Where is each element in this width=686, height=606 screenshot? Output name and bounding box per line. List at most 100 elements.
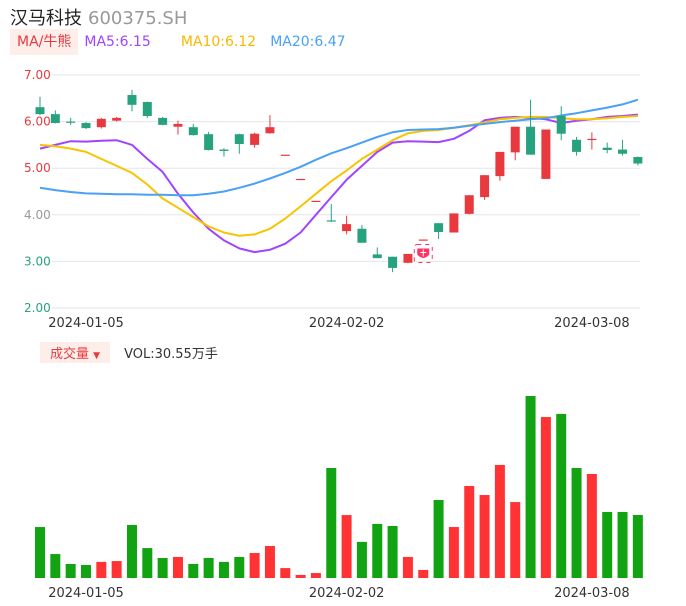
candle-body [81, 122, 91, 129]
candle-body [280, 154, 290, 156]
volume-bar [556, 413, 567, 578]
y-tick-label: 3.00 [24, 254, 51, 268]
candle-body [495, 151, 505, 177]
candle-body [388, 256, 398, 268]
y-tick-label: 5.00 [24, 161, 51, 175]
volume-bar [510, 502, 521, 578]
candle [372, 247, 382, 259]
candle-body [510, 126, 520, 153]
candle [35, 96, 45, 116]
volume-bar [418, 569, 429, 578]
candle [50, 110, 60, 124]
candle-body [250, 133, 260, 145]
candle-body [633, 157, 643, 164]
stock-chart[interactable]: 7.006.005.004.003.002.002024-01-05 2024-0… [0, 0, 686, 606]
candle [296, 178, 306, 181]
volume-bar [50, 554, 61, 578]
volume-bar [372, 523, 383, 578]
volume-bar [111, 561, 122, 578]
volume-bar [218, 561, 229, 578]
volume-bar [402, 556, 413, 578]
candle-body [556, 116, 566, 134]
candle [250, 132, 260, 148]
candle-body [265, 127, 275, 134]
candle [280, 154, 290, 156]
volume-bar [126, 524, 137, 578]
candle-body [342, 224, 352, 232]
candle [633, 156, 643, 166]
candle-body [418, 239, 428, 241]
volume-bar [249, 553, 260, 578]
volume-bar [479, 495, 490, 578]
candle-body [464, 195, 474, 214]
candle [357, 225, 367, 243]
volume-bar [448, 527, 459, 578]
candle [510, 126, 520, 161]
volume-bar [341, 515, 352, 578]
candle [449, 213, 459, 233]
candle [158, 116, 168, 126]
candle [142, 101, 152, 118]
candle-body [311, 200, 321, 203]
candle [526, 99, 536, 155]
candle-body [112, 117, 122, 121]
volume-bar [188, 563, 199, 578]
volume-bar [540, 417, 551, 578]
volume-bar [632, 514, 643, 578]
candle [234, 133, 244, 154]
candle [541, 129, 551, 179]
y-tick-label: 4.00 [24, 208, 51, 222]
x-tick-label: 2024-02-02 [309, 316, 385, 331]
candle-body [234, 134, 244, 144]
candle-body [66, 121, 76, 123]
candle-body [50, 114, 60, 123]
candle-body [526, 126, 536, 155]
volume-bar [203, 557, 214, 578]
candle [556, 106, 566, 141]
candle-body [572, 139, 582, 152]
candle-body [296, 178, 306, 181]
candle-body [602, 147, 612, 151]
candle-body [173, 123, 183, 127]
x-tick-label: 2024-03-08 [554, 316, 630, 331]
volume-bar [234, 556, 245, 578]
candle [495, 151, 505, 181]
candle-body [541, 129, 551, 179]
candle-body [127, 95, 137, 105]
candle [96, 117, 106, 129]
x-tick-label: 2024-01-05 [48, 316, 124, 331]
candle-body [618, 149, 628, 154]
candle [204, 131, 214, 151]
volume-bar [356, 541, 367, 578]
volume-bar [571, 468, 582, 578]
candle [434, 223, 444, 240]
volume-bar [617, 511, 628, 578]
bull-marker-icon [413, 243, 433, 263]
candle [388, 256, 398, 273]
candle-body [403, 253, 413, 263]
candle-body [449, 213, 459, 233]
volume-bar [96, 561, 107, 578]
x-tick-label: 2024-02-02 [309, 586, 385, 601]
candle-body [372, 254, 382, 259]
candle [112, 116, 122, 122]
volume-bar [280, 568, 291, 578]
volume-bar [172, 556, 183, 578]
candle [81, 122, 91, 130]
candle [219, 148, 229, 157]
candle [464, 195, 474, 215]
candle [265, 115, 275, 134]
volume-bar [264, 546, 275, 578]
volume-bar [157, 557, 168, 578]
volume-bar [326, 468, 337, 578]
volume-bar [80, 565, 91, 578]
volume-bar [65, 563, 76, 578]
candle-body [326, 220, 336, 222]
candle-body [96, 118, 106, 128]
candle [418, 239, 428, 241]
candle-body [357, 228, 367, 243]
candle [342, 215, 352, 235]
y-tick-label: 7.00 [24, 68, 51, 82]
candle [618, 139, 628, 156]
candle-body [587, 138, 597, 141]
